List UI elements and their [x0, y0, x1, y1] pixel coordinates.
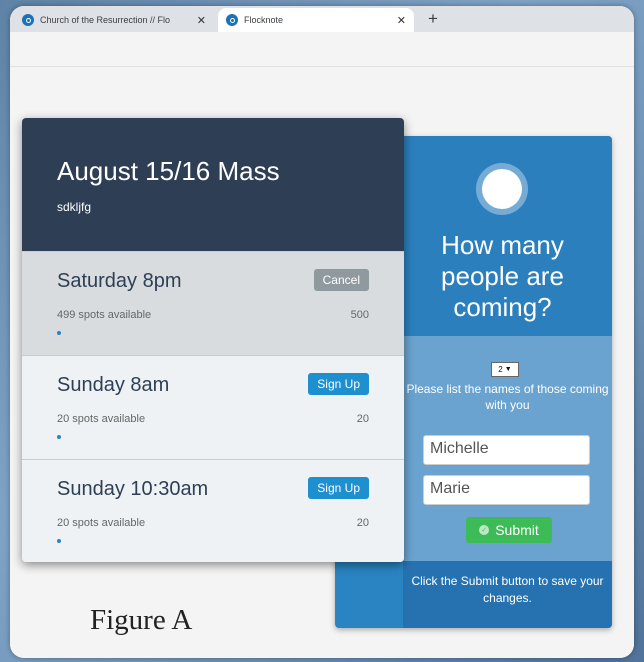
- flocknote-favicon-icon: [22, 14, 34, 26]
- check-icon: ✓: [479, 525, 490, 535]
- progress-dot: [57, 331, 61, 335]
- new-tab-button[interactable]: +: [428, 9, 438, 29]
- close-icon[interactable]: ✕: [397, 14, 406, 27]
- close-icon[interactable]: ✕: [197, 14, 206, 27]
- signup-form: 2 ▼ Please list the names of those comin…: [403, 336, 612, 561]
- tab-church[interactable]: Church of the Resurrection // Flo ✕: [14, 8, 214, 32]
- event-header: August 15/16 Mass sdkljfg: [22, 118, 404, 251]
- tab-bar: Church of the Resurrection // Flo ✕ Floc…: [10, 6, 634, 32]
- time-slot-sunday-8am: Sunday 8am Sign Up 20 spots available 20: [22, 355, 404, 459]
- names-instruction: Please list the names of those coming wi…: [406, 382, 609, 412]
- chevron-down-icon: ▼: [504, 366, 512, 373]
- event-subtitle: sdkljfg: [57, 200, 92, 214]
- signup-footer: Click the Submit button to save your cha…: [403, 561, 612, 628]
- name-field-2[interactable]: Marie: [423, 475, 590, 505]
- slot-name: Saturday 8pm: [57, 270, 182, 292]
- tab-flocknote[interactable]: Flocknote ✕: [218, 8, 414, 32]
- slot-availability: 499 spots available: [57, 309, 152, 321]
- slot-availability: 20 spots available: [57, 517, 146, 529]
- name-field-1[interactable]: Michelle: [423, 435, 590, 465]
- event-card: August 15/16 Mass sdkljfg Saturday 8pm C…: [22, 118, 404, 562]
- cancel-button[interactable]: Cancel: [313, 269, 369, 291]
- page-content: How many people are coming? 2 ▼ Please l…: [10, 32, 634, 658]
- slot-name: Sunday 10:30am: [57, 478, 209, 500]
- event-title: August 15/16 Mass: [57, 156, 280, 186]
- circle-icon: [482, 169, 522, 209]
- slot-capacity: 20: [356, 413, 369, 425]
- slot-capacity: 20: [356, 517, 369, 529]
- divider: [10, 66, 634, 67]
- figure-caption: Figure A: [90, 604, 193, 636]
- submit-button[interactable]: ✓ Submit: [466, 517, 552, 543]
- tab-title: Church of the Resurrection // Flo: [40, 15, 171, 25]
- slot-name: Sunday 8am: [57, 374, 170, 396]
- browser-window: Church of the Resurrection // Flo ✕ Floc…: [10, 6, 634, 658]
- people-count-value: 2: [498, 365, 503, 374]
- progress-dot: [57, 539, 61, 543]
- submit-label: Submit: [495, 522, 539, 538]
- question-heading: How many people are coming?: [441, 230, 564, 322]
- people-count-select[interactable]: 2 ▼: [491, 362, 519, 377]
- slot-capacity: 500: [350, 309, 369, 321]
- time-slot-saturday-8pm: Saturday 8pm Cancel 499 spots available …: [22, 251, 404, 355]
- sign-up-button[interactable]: Sign Up: [308, 477, 369, 499]
- footer-hint: Click the Submit button to save your cha…: [411, 574, 604, 605]
- slot-availability: 20 spots available: [57, 413, 146, 425]
- time-slot-sunday-1030am: Sunday 10:30am Sign Up 20 spots availabl…: [22, 459, 404, 562]
- sign-up-button[interactable]: Sign Up: [308, 373, 369, 395]
- tab-title: Flocknote: [244, 15, 284, 25]
- progress-dot: [57, 435, 61, 439]
- flocknote-favicon-icon: [226, 14, 238, 26]
